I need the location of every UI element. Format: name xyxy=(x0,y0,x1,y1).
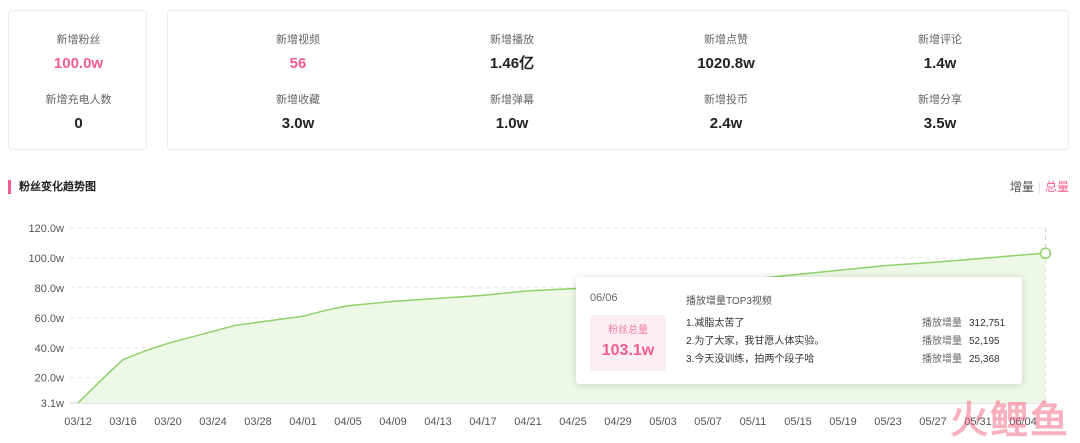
stat-new-likes: 新增点赞 1020.8w xyxy=(656,33,796,74)
tooltip-fans-label: 粉丝总量 xyxy=(608,325,648,336)
stat-value: 56 xyxy=(289,55,307,72)
x-tick-label: 04/05 xyxy=(334,416,362,428)
tooltip-top-title: 播放增量TOP3视频 xyxy=(686,296,772,307)
x-tick-label: 05/15 xyxy=(784,416,812,428)
x-tick-label: 04/21 xyxy=(514,416,542,428)
y-tick-label: 20.0w xyxy=(35,373,64,385)
stat-value: 1.4w xyxy=(923,55,957,72)
mode-toggle: 增量 | 总量 xyxy=(1010,180,1069,194)
stat-new-fans: 新增粉丝 100.0w xyxy=(9,33,148,74)
metric-value: 25,368 xyxy=(969,354,1000,365)
stat-label: 新增投币 xyxy=(704,94,748,106)
tooltip-video-row: 2.为了大家，我甘愿人体实验。 播放增量 52,195 xyxy=(686,335,1006,349)
stat-new-danmaku: 新增弹幕 1.0w xyxy=(442,93,582,134)
stat-label: 新增充电人数 xyxy=(45,94,112,106)
tooltip-date: 06/06 xyxy=(590,292,618,304)
metric-value: 52,195 xyxy=(969,336,1000,347)
stat-value: 3.5w xyxy=(923,115,957,132)
stat-value: 0 xyxy=(74,115,83,132)
stat-label: 新增点赞 xyxy=(704,34,748,46)
toggle-total[interactable]: 总量 xyxy=(1045,180,1069,194)
video-title[interactable]: 1.减脂太苦了 xyxy=(686,317,744,331)
x-tick-label: 03/16 xyxy=(109,416,137,428)
stat-new-coins: 新增投币 2.4w xyxy=(656,93,796,134)
x-tick-label: 04/01 xyxy=(289,416,317,428)
stat-value: 1.0w xyxy=(495,115,529,132)
y-tick-label: 120.0w xyxy=(29,223,65,235)
stat-value: 3.0w xyxy=(281,115,315,132)
tooltip-video-row: 3.今天没训练，拍两个段子哈 播放增量 25,368 xyxy=(686,353,1006,367)
section-title: 粉丝变化趋势图 xyxy=(8,180,96,194)
toggle-divider: | xyxy=(1037,180,1041,194)
content-stat-card: 新增视频 56 新增播放 1.46亿 新增点赞 1020.8w 新增评论 1.4… xyxy=(167,10,1069,150)
stat-label: 新增评论 xyxy=(918,34,962,46)
stat-new-plays: 新增播放 1.46亿 xyxy=(442,33,582,74)
y-tick-label: 40.0w xyxy=(35,343,64,355)
x-tick-label: 04/29 xyxy=(604,416,632,428)
y-tick-label: 60.0w xyxy=(35,313,64,325)
y-tick-label: 80.0w xyxy=(35,283,64,295)
stat-label: 新增弹幕 xyxy=(490,94,534,106)
video-title[interactable]: 2.为了大家，我甘愿人体实验。 xyxy=(686,335,824,349)
highlight-point xyxy=(1039,247,1052,260)
stat-label: 新增分享 xyxy=(918,94,962,106)
stat-new-videos: 新增视频 56 xyxy=(228,33,368,74)
tooltip-fans-value: 103.1w xyxy=(601,342,655,359)
stat-new-chargers: 新增充电人数 0 xyxy=(9,93,148,134)
stat-new-shares: 新增分享 3.5w xyxy=(870,93,1010,134)
y-tick-label: 3.1w xyxy=(41,398,64,410)
y-tick-label: 100.0w xyxy=(29,253,65,265)
x-tick-label: 04/09 xyxy=(379,416,407,428)
x-tick-label: 05/11 xyxy=(740,416,767,428)
stat-value: 2.4w xyxy=(709,115,743,132)
x-tick-label: 05/19 xyxy=(829,416,857,428)
x-tick-label: 05/07 xyxy=(694,416,722,428)
stat-label: 新增视频 xyxy=(276,34,320,46)
stat-label: 新增粉丝 xyxy=(56,34,101,46)
watermark-logo: 火鲤鱼 xyxy=(949,400,1070,442)
fans-stat-card: 新增粉丝 100.0w 新增充电人数 0 xyxy=(8,10,147,150)
x-tick-label: 05/23 xyxy=(874,416,902,428)
toggle-increment[interactable]: 增量 xyxy=(1010,180,1034,194)
x-tick-label: 03/28 xyxy=(244,416,272,428)
stat-value: 100.0w xyxy=(53,55,104,72)
tooltip-fans-total: 粉丝总量 103.1w xyxy=(590,315,666,371)
tooltip-video-row: 1.减脂太苦了 播放增量 312,751 xyxy=(686,317,1006,331)
metric-label: 播放增量 xyxy=(922,354,962,365)
x-tick-label: 05/27 xyxy=(919,416,947,428)
metric-label: 播放增量 xyxy=(922,336,962,347)
x-tick-label: 03/12 xyxy=(64,416,92,428)
stat-label: 新增收藏 xyxy=(276,94,320,106)
x-tick-label: 03/24 xyxy=(199,416,227,428)
stat-value: 1020.8w xyxy=(697,55,755,72)
video-title[interactable]: 3.今天没训练，拍两个段子哈 xyxy=(686,353,814,367)
metric-value: 312,751 xyxy=(969,318,1006,329)
stat-new-favorites: 新增收藏 3.0w xyxy=(228,93,368,134)
metric-label: 播放增量 xyxy=(922,318,962,329)
chart-tooltip: 06/06 粉丝总量 103.1w 播放增量TOP3视频 1.减脂太苦了 播放增… xyxy=(576,277,1022,384)
x-tick-label: 04/17 xyxy=(469,416,497,428)
x-tick-label: 04/13 xyxy=(424,416,452,428)
stat-new-comments: 新增评论 1.4w xyxy=(870,33,1010,74)
x-tick-label: 05/03 xyxy=(649,416,677,428)
x-tick-label: 03/20 xyxy=(154,416,182,428)
x-tick-label: 04/25 xyxy=(559,416,587,428)
stat-label: 新增播放 xyxy=(490,34,534,46)
stat-value: 1.46亿 xyxy=(489,55,535,72)
